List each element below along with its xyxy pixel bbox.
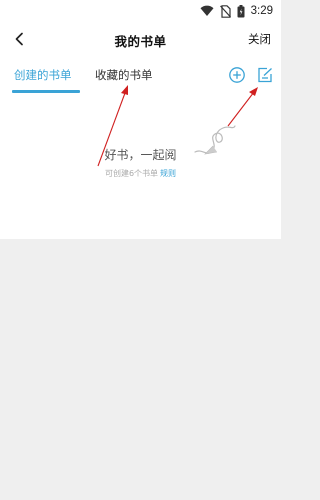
empty-state-title: 好书，一起阅 [104,148,177,162]
wifi-icon [200,5,214,16]
empty-state: 好书，一起阅 可创建6个书单 规则 [0,94,281,239]
tab-created-lists[interactable]: 创建的书单 [14,67,72,83]
page-title: 我的书单 [114,34,167,49]
rules-link[interactable]: 规则 [160,169,176,178]
list-limit-text: 可创建6个书单 [104,169,159,178]
status-time: 3:29 [250,5,273,17]
add-list-button[interactable] [228,66,246,84]
status-bar: 3:29 [0,0,281,22]
empty-state-subtitle: 可创建6个书单 规则 [0,168,281,179]
close-button[interactable]: 关闭 [248,31,271,47]
tab-favorited-lists[interactable]: 收藏的书单 [95,67,153,83]
edit-list-button[interactable] [256,66,274,84]
battery-icon [237,4,245,17]
edit-note-icon [258,67,272,83]
plus-circle-icon [229,67,245,83]
status-icons: 3:29 [200,3,273,19]
tab-active-indicator [12,90,80,93]
nav-bar: 我的书单 关闭 [0,22,281,58]
sim-off-icon [219,4,231,18]
tab-bar: 创建的书单 收藏的书单 [0,58,281,94]
